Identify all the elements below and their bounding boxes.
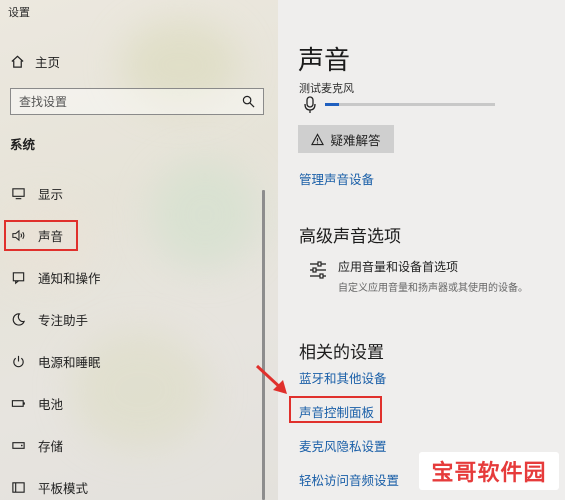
storage-icon [12, 441, 25, 449]
settings-sidebar: 设置 主页 查找设置 系统 显示 声音 通知和操作 专注助手 电源和睡眠 电池 … [0, 0, 278, 500]
annotation-arrow [255, 364, 287, 394]
sidebar-item-label: 显示 [38, 186, 64, 202]
power-icon [13, 355, 24, 367]
warning-icon [311, 132, 325, 145]
monitor-icon [12, 187, 25, 199]
home-label: 主页 [35, 54, 61, 70]
mic-privacy-link[interactable]: 麦克风隐私设置 [299, 436, 387, 455]
tablet-icon [12, 481, 25, 493]
sidebar-item-label: 通知和操作 [38, 270, 101, 286]
sidebar-item-tablet-mode[interactable]: 平板模式 [0, 472, 270, 500]
mic-test-label: 测试麦克风 [299, 82, 354, 95]
sidebar-item-storage[interactable]: 存储 [0, 430, 270, 460]
home-icon [11, 55, 24, 68]
troubleshoot-label: 疑难解答 [330, 132, 381, 148]
manage-sound-devices-link[interactable]: 管理声音设备 [299, 169, 374, 188]
sidebar-item-label: 专注助手 [38, 312, 89, 328]
app-volume-title: 应用音量和设备首选项 [338, 260, 459, 274]
moon-icon [12, 312, 26, 326]
mic-level-fill [325, 103, 339, 106]
watermark-logo: 宝哥软件园 [419, 452, 559, 490]
advanced-sound-heading: 高级声音选项 [299, 227, 401, 247]
sidebar-item-label: 电源和睡眠 [38, 354, 101, 370]
sidebar-item-label: 电池 [38, 396, 64, 412]
window-title: 设置 [8, 6, 30, 19]
bluetooth-devices-link[interactable]: 蓝牙和其他设备 [299, 368, 387, 387]
sidebar-home[interactable]: 主页 [10, 50, 60, 72]
sidebar-item-label: 存储 [38, 438, 64, 454]
microphone-icon [304, 96, 316, 113]
search-icon[interactable] [242, 95, 255, 108]
sidebar-item-battery[interactable]: 电池 [0, 388, 270, 418]
app-volume-description: 自定义应用音量和扬声器或其使用的设备。 [338, 283, 528, 294]
battery-icon [11, 399, 25, 407]
related-settings-heading: 相关的设置 [299, 343, 384, 363]
app-volume-preferences-item[interactable]: 应用音量和设备首选项 自定义应用音量和扬声器或其使用的设备。 [308, 258, 528, 294]
sidebar-item-notifications[interactable]: 通知和操作 [0, 262, 270, 292]
mic-level-meter [325, 103, 495, 106]
sidebar-item-display[interactable]: 显示 [0, 178, 270, 208]
search-input[interactable]: 查找设置 [10, 88, 264, 115]
notification-icon [12, 271, 25, 284]
selection-highlight [4, 220, 78, 251]
group-label-system: 系统 [10, 137, 36, 152]
sidebar-item-focus-assist[interactable]: 专注助手 [0, 304, 270, 334]
sidebar-scrollbar[interactable] [262, 190, 265, 500]
control-panel-highlight [289, 396, 382, 423]
sidebar-item-label: 平板模式 [38, 480, 89, 496]
sound-settings-panel: 声音 测试麦克风 疑难解答 管理声音设备 高级声音选项 应用音量和设备首选项 自… [278, 0, 565, 500]
page-title: 声音 [298, 46, 351, 76]
sliders-icon [310, 261, 326, 279]
sidebar-item-power-sleep[interactable]: 电源和睡眠 [0, 346, 270, 376]
search-placeholder: 查找设置 [19, 95, 68, 109]
troubleshoot-button[interactable]: 疑难解答 [298, 125, 394, 153]
ease-of-access-audio-link[interactable]: 轻松访问音频设置 [299, 470, 399, 489]
